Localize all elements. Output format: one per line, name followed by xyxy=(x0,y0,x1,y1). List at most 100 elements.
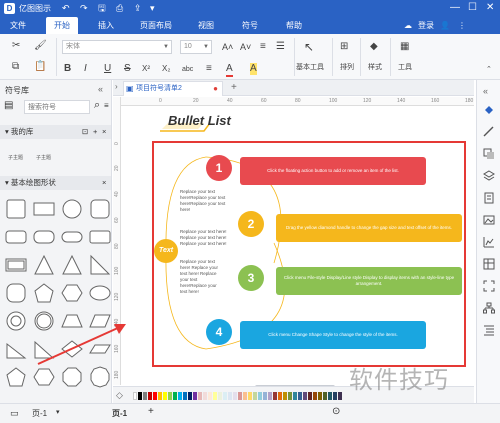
page-icon[interactable] xyxy=(483,192,495,204)
list-button[interactable]: ≡ xyxy=(206,63,212,75)
color-swatch[interactable] xyxy=(318,392,322,400)
library-item[interactable]: 子主题 xyxy=(8,154,23,161)
bullet-item-2[interactable]: Drag the yellow diamond handle to change… xyxy=(276,214,462,242)
color-swatch[interactable] xyxy=(168,392,172,400)
font-grow-icon[interactable]: A˄ xyxy=(222,41,233,53)
left-text-block[interactable]: Replace your text here!Replace your text… xyxy=(180,189,230,213)
page-title[interactable]: Bullet List xyxy=(168,113,231,128)
color-swatch[interactable] xyxy=(228,392,232,400)
square-shape[interactable] xyxy=(5,198,27,220)
color-swatch[interactable] xyxy=(208,392,212,400)
close-button[interactable]: ✕ xyxy=(486,2,494,14)
color-swatch[interactable] xyxy=(218,392,222,400)
color-swatch[interactable] xyxy=(178,392,182,400)
wide-rounded-rect-shape[interactable] xyxy=(33,226,55,248)
page-layout-icon[interactable]: ▭ xyxy=(10,408,19,419)
search-icon[interactable]: ⌕ xyxy=(94,99,100,112)
color-swatch[interactable] xyxy=(283,392,287,400)
font-size-select[interactable]: 10 ▼ xyxy=(180,40,212,54)
document-tab[interactable]: ▣ 项目符号清单2 ● xyxy=(123,81,223,96)
expand-panel-icon[interactable]: « xyxy=(483,86,495,98)
my-library-section[interactable]: ▾ 我的库 ⊡ + × xyxy=(0,125,111,139)
color-swatch[interactable] xyxy=(203,392,207,400)
hexagon-shape[interactable] xyxy=(61,282,83,304)
text-center-circle[interactable]: Text xyxy=(154,239,178,263)
color-swatch[interactable] xyxy=(293,392,297,400)
color-swatch[interactable] xyxy=(173,392,177,400)
add-icon[interactable]: + xyxy=(93,125,97,139)
color-swatch[interactable] xyxy=(288,392,292,400)
user-icon[interactable]: 👤 xyxy=(440,17,450,34)
rounded-square-shape[interactable] xyxy=(5,282,27,304)
basic-shapes-section[interactable]: ▾ 基本绘图形状 × xyxy=(0,176,111,190)
double-rect-shape[interactable] xyxy=(5,254,27,276)
color-swatch[interactable] xyxy=(243,392,247,400)
left-text-block[interactable]: Replace your text here! Replace your tex… xyxy=(180,229,230,247)
diamond-shape[interactable] xyxy=(61,338,83,360)
quick-access-more-icon[interactable]: ▾ xyxy=(150,3,155,14)
font-shrink-icon[interactable]: A˅ xyxy=(240,41,251,53)
image-icon[interactable] xyxy=(483,214,495,226)
redo-icon[interactable]: ↷ xyxy=(80,3,88,14)
page-tab-1[interactable]: 页-1 xyxy=(112,408,127,419)
page-selector[interactable]: 页-1 xyxy=(32,408,47,419)
tools-button[interactable]: 工具 xyxy=(398,62,412,72)
bullet-item-1[interactable]: Click the floating action button to add … xyxy=(240,157,426,185)
subscript-button[interactable]: X₂ xyxy=(162,63,170,75)
bullet-item-3[interactable]: Click menu File-style Display/Line style… xyxy=(276,267,462,295)
color-swatch[interactable] xyxy=(268,392,272,400)
collapse-ribbon-icon[interactable]: ⌃ xyxy=(486,64,492,76)
flat-parallelogram-shape[interactable] xyxy=(89,338,111,360)
decagon-shape[interactable] xyxy=(89,366,111,388)
new-tab-button[interactable]: + xyxy=(231,82,237,93)
line-style-icon[interactable] xyxy=(483,126,495,138)
triangle-outline-shape[interactable] xyxy=(61,254,83,276)
tab-help[interactable]: 帮助 xyxy=(278,17,310,34)
fill-style-icon[interactable]: ◆ xyxy=(370,41,378,53)
line-spacing-icon[interactable]: ☰ xyxy=(276,41,285,53)
print-icon[interactable]: ⎙ xyxy=(116,3,123,14)
align-icon[interactable]: ≡ xyxy=(260,41,266,53)
triangle-shape[interactable] xyxy=(33,254,55,276)
color-swatch[interactable] xyxy=(258,392,262,400)
bullet-item-4[interactable]: Click menu Change Shape Style to change … xyxy=(240,321,426,349)
color-swatch[interactable] xyxy=(138,392,142,400)
selection-frame[interactable]: Text Replace your text here!Replace your… xyxy=(152,141,466,367)
wedge-shape[interactable] xyxy=(33,338,55,360)
bullet-number-4[interactable]: 4 xyxy=(206,319,232,345)
drawing-canvas[interactable]: Bullet List Text Replace your text here!… xyxy=(122,107,474,385)
close-tab-icon[interactable]: ● xyxy=(213,82,218,96)
close-icon[interactable]: × xyxy=(102,125,106,139)
color-swatch[interactable] xyxy=(238,392,242,400)
table-icon[interactable] xyxy=(483,258,495,270)
cloud-icon[interactable]: ☁ xyxy=(404,17,412,34)
color-swatch[interactable] xyxy=(158,392,162,400)
color-swatch[interactable] xyxy=(323,392,327,400)
color-swatch[interactable] xyxy=(133,392,137,400)
pentagon-shape[interactable] xyxy=(5,366,27,388)
trapezoid-shape[interactable] xyxy=(61,310,83,332)
color-swatch[interactable] xyxy=(273,392,277,400)
bullet-number-1[interactable]: 1 xyxy=(206,155,232,181)
layers-icon[interactable] xyxy=(483,170,495,182)
color-swatch[interactable] xyxy=(248,392,252,400)
share-icon[interactable]: ⋮ xyxy=(458,17,466,34)
color-swatch[interactable] xyxy=(233,392,237,400)
search-input[interactable] xyxy=(24,100,90,114)
color-swatch[interactable] xyxy=(298,392,302,400)
shadow-icon[interactable] xyxy=(483,148,495,160)
octagon-shape[interactable] xyxy=(61,366,83,388)
color-swatch[interactable] xyxy=(183,392,187,400)
maximize-button[interactable]: ☐ xyxy=(468,2,477,14)
minimize-button[interactable]: — xyxy=(450,2,460,14)
arrange-icon[interactable]: ⊞ xyxy=(340,41,348,53)
color-swatch[interactable] xyxy=(193,392,197,400)
outline-icon[interactable] xyxy=(483,324,495,336)
format-painter-icon[interactable]: 🖌 xyxy=(34,40,47,52)
ring-shape[interactable] xyxy=(5,310,27,332)
color-swatch[interactable] xyxy=(328,392,332,400)
tab-symbol[interactable]: 符号 xyxy=(234,17,266,34)
tab-insert[interactable]: 插入 xyxy=(90,17,122,34)
chevron-down-icon[interactable]: ▾ xyxy=(56,408,60,416)
color-swatch[interactable] xyxy=(143,392,147,400)
